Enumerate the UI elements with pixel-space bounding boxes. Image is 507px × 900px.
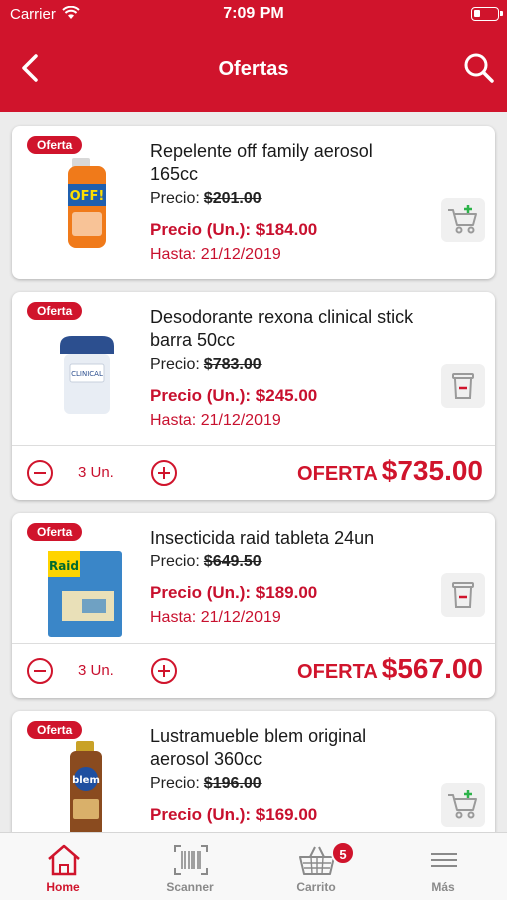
add-to-cart-button[interactable] [441, 783, 485, 827]
old-price: $783.00 [203, 356, 262, 373]
svg-text:Raid: Raid [49, 559, 79, 573]
tab-label: Home [46, 880, 80, 894]
svg-text:OFF!: OFF! [70, 189, 105, 204]
product-price: Precio: $783.00 [150, 356, 262, 373]
unit-price: Precio (Un.): $245.00 [150, 386, 318, 405]
trash-icon [452, 373, 474, 399]
product-image-insecticide: Raid [42, 541, 132, 641]
remove-button[interactable] [441, 364, 485, 408]
page-title: Ofertas [218, 58, 289, 80]
tab-home[interactable]: Home [0, 833, 126, 900]
offer-badge: Oferta [27, 136, 83, 154]
basket-icon [299, 846, 335, 875]
tab-cart[interactable]: 5 Carrito [253, 833, 379, 900]
product-name: Lustramueble blem original aerosol 360cc [150, 726, 367, 769]
product-card[interactable]: Raid Insecticida raid tableta 24un Preci… [12, 513, 495, 698]
product-image-furniture-polish: blem [42, 739, 132, 832]
svg-text:blem: blem [72, 775, 100, 786]
cart-add-icon [448, 205, 477, 234]
status-bar: Carrier 7:09 PM [0, 0, 507, 30]
minus-icon[interactable] [26, 459, 54, 487]
home-icon [48, 844, 80, 876]
old-price: $649.50 [203, 553, 262, 570]
product-image-deodorant: CLINICAL [42, 320, 132, 420]
cart-add-icon [448, 790, 477, 819]
unit-price: Precio (Un.): $169.00 [150, 805, 318, 824]
status-time: 7:09 PM [223, 5, 284, 22]
minus-icon[interactable] [26, 657, 54, 685]
svg-text:CLINICAL: CLINICAL [71, 370, 103, 378]
product-price: Precio: $196.00 [150, 775, 262, 792]
search-icon [464, 53, 494, 83]
product-name: Insecticida raid tableta 24un [150, 528, 375, 548]
tab-scanner[interactable]: Scanner [127, 833, 253, 900]
product-name: Repelente off family aerosol 165cc [150, 141, 373, 184]
cart-count-badge: 5 [331, 841, 355, 865]
battery-icon [471, 7, 503, 21]
offer-badge: Oferta [27, 302, 83, 320]
app-header: Carrier 7:09 PM Ofertas [0, 0, 507, 112]
product-card[interactable]: OFF! Repelente off family aerosol 165cc … [12, 126, 495, 279]
product-image-repellent: OFF! [42, 154, 132, 254]
tab-bar: Home Scanner 5 Carrito Más [0, 832, 507, 900]
offer-badge: Oferta [27, 523, 83, 541]
quantity-bar: 3 Un. OFERTA $735.00 [12, 445, 495, 500]
trash-icon [452, 582, 474, 608]
add-to-cart-button[interactable] [441, 198, 485, 242]
quantity-bar: 3 Un. OFERTA $567.00 [12, 643, 495, 698]
old-price: $201.00 [203, 190, 262, 207]
tab-label: Más [431, 880, 455, 894]
valid-until: Hasta: 21/12/2019 [150, 246, 281, 263]
search-button[interactable] [461, 50, 497, 86]
offer-badge: Oferta [27, 721, 83, 739]
offer-total: OFERTA $567.00 [297, 653, 483, 684]
tab-label: Carrito [296, 880, 336, 894]
product-price: Precio: $649.50 [150, 553, 262, 570]
menu-icon [431, 853, 457, 867]
plus-icon[interactable] [150, 459, 178, 487]
unit-price: Precio (Un.): $184.00 [150, 220, 318, 239]
product-card[interactable]: blem Lustramueble blem original aerosol … [12, 711, 495, 832]
old-price: $196.00 [203, 775, 262, 792]
offers-list[interactable]: OFF! Repelente off family aerosol 165cc … [0, 112, 507, 832]
quantity-value: 3 Un. [78, 662, 114, 679]
quantity-value: 3 Un. [78, 464, 114, 481]
barcode-scanner-icon [174, 845, 208, 875]
tab-more[interactable]: Más [380, 833, 506, 900]
valid-until: Hasta: 21/12/2019 [150, 609, 281, 626]
product-name: Desodorante rexona clinical stick barra … [150, 307, 414, 350]
remove-button[interactable] [441, 573, 485, 617]
product-card[interactable]: CLINICAL Desodorante rexona clinical sti… [12, 292, 495, 500]
valid-until: Hasta: 21/12/2019 [150, 412, 281, 429]
unit-price: Precio (Un.): $189.00 [150, 583, 318, 602]
plus-icon[interactable] [150, 657, 178, 685]
product-price: Precio: $201.00 [150, 190, 262, 207]
offer-total: OFERTA $735.00 [297, 455, 483, 486]
tab-label: Scanner [166, 880, 214, 894]
